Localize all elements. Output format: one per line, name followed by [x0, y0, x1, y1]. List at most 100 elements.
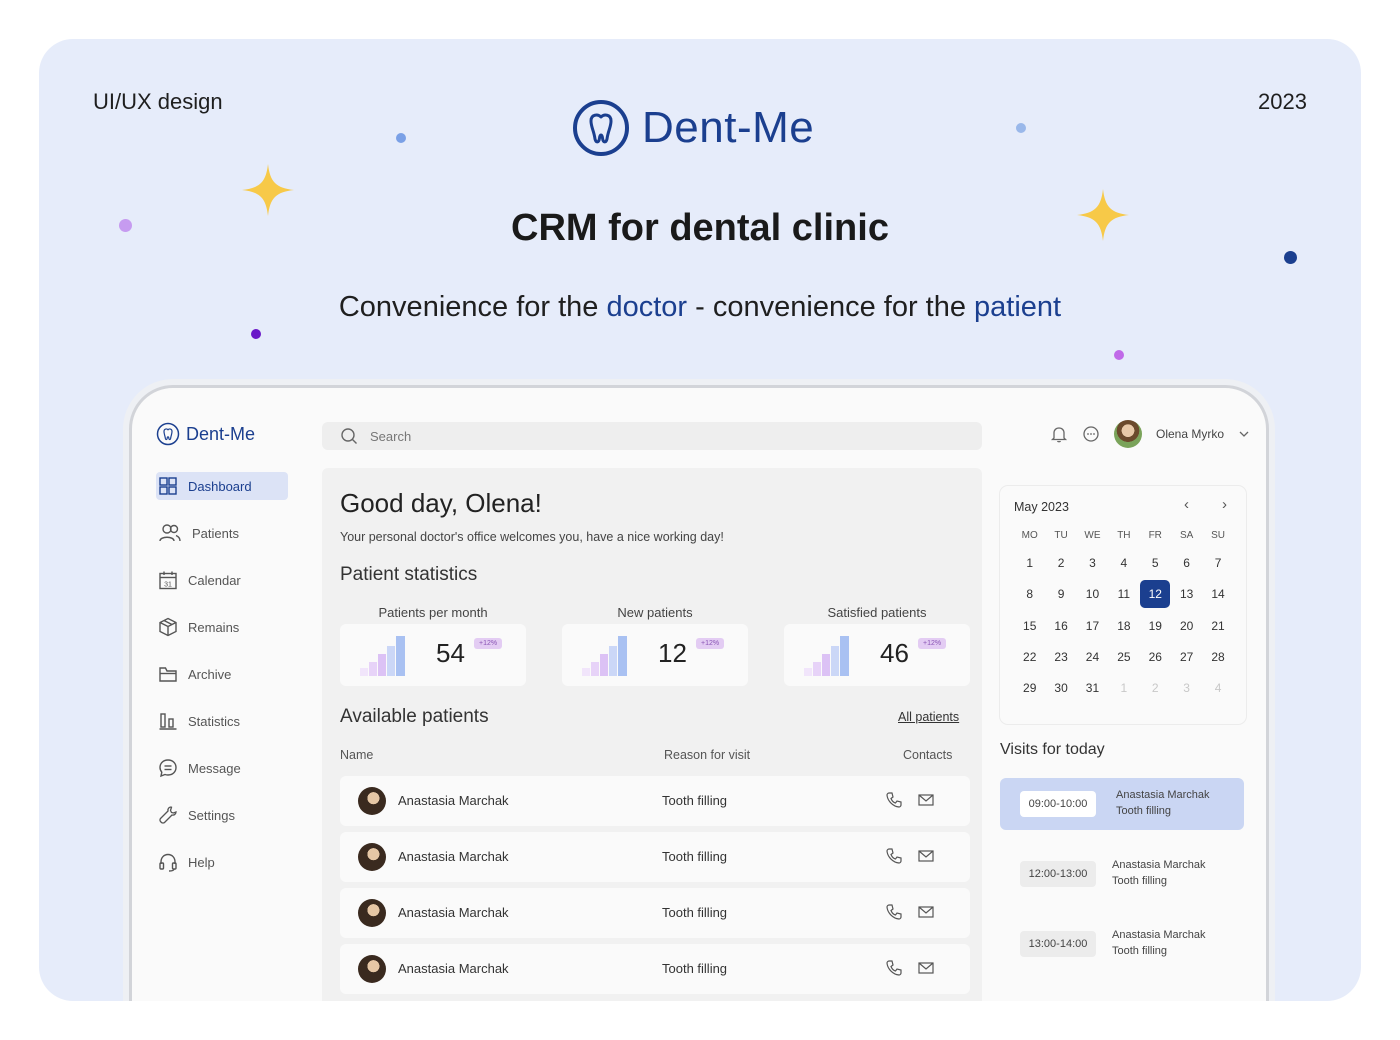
calendar-day[interactable]: 27	[1171, 642, 1202, 673]
phone-icon[interactable]	[885, 847, 903, 865]
weekday-label: WE	[1084, 530, 1101, 541]
calendar-day[interactable]: 29	[1014, 673, 1045, 704]
mini-bar-chart-icon	[582, 636, 627, 676]
sidebar-item-archive[interactable]: Archive	[156, 660, 296, 688]
calendar-day[interactable]: 1	[1014, 548, 1045, 579]
sidebar-item-patients[interactable]: Patients	[156, 519, 296, 547]
patient-avatar	[358, 955, 386, 983]
sparkle-icon	[242, 164, 294, 216]
calendar-day[interactable]: 5	[1140, 548, 1171, 579]
calendar-day[interactable]: 15	[1014, 611, 1045, 642]
search-input[interactable]	[370, 428, 930, 444]
mini-bar-chart-icon	[804, 636, 849, 676]
visit-card[interactable]: 12:00-13:00 Anastasia Marchak Tooth fill…	[1000, 848, 1240, 900]
all-patients-link[interactable]: All patients	[898, 710, 959, 724]
calendar-day-next-month[interactable]: 2	[1140, 673, 1171, 704]
calendar-day[interactable]: 26	[1140, 642, 1171, 673]
chevron-down-icon[interactable]	[1238, 428, 1250, 440]
calendar-day[interactable]: 8	[1014, 579, 1045, 610]
user-name[interactable]: Olena Myrko	[1156, 427, 1224, 441]
message-icon	[159, 759, 177, 778]
sidebar-item-message[interactable]: Message	[156, 754, 296, 782]
calendar-day[interactable]: 14	[1202, 579, 1233, 610]
calendar-day[interactable]: 13	[1171, 579, 1202, 610]
brand-header: Dent-Me	[572, 99, 814, 157]
main-panel: Good day, Olena! Your personal doctor's …	[322, 468, 982, 1001]
calendar-day-next-month[interactable]: 4	[1202, 673, 1233, 704]
calendar-day[interactable]: 31	[1077, 673, 1108, 704]
grid-icon	[159, 477, 177, 495]
calendar-day[interactable]: 4	[1108, 548, 1139, 579]
calendar-month: May 2023	[1014, 500, 1069, 514]
sidebar-item-dashboard[interactable]: Dashboard	[156, 472, 288, 500]
bar-chart-icon	[159, 713, 177, 730]
table-row[interactable]: Anastasia Marchak Tooth filling	[340, 832, 970, 882]
search-bar[interactable]	[322, 422, 982, 450]
calendar-day[interactable]: 6	[1171, 548, 1202, 579]
mail-icon[interactable]	[917, 959, 935, 977]
stat-value: 54	[436, 638, 465, 668]
table-row[interactable]: Anastasia Marchak Tooth filling	[340, 776, 970, 826]
wrench-icon	[159, 806, 177, 824]
phone-icon[interactable]	[885, 959, 903, 977]
chevron-left-icon[interactable]: ‹	[1184, 496, 1189, 513]
growth-badge: +12%	[696, 638, 725, 649]
stat-card[interactable]: 46 +12%	[784, 624, 970, 686]
visit-card[interactable]: 09:00-10:00 Anastasia Marchak Tooth fill…	[1000, 778, 1244, 830]
chat-icon[interactable]	[1082, 425, 1100, 443]
chevron-right-icon[interactable]: ›	[1222, 496, 1227, 513]
bell-icon[interactable]	[1050, 425, 1068, 443]
calendar-day[interactable]: 19	[1140, 611, 1171, 642]
corner-label-right: 2023	[1258, 89, 1307, 114]
calendar-day[interactable]: 28	[1202, 642, 1233, 673]
stat-card[interactable]: 54 +12%	[340, 624, 526, 686]
sidebar-item-statistics[interactable]: Statistics	[156, 707, 296, 735]
decor-dot	[119, 219, 132, 232]
calendar-day[interactable]: 21	[1202, 611, 1233, 642]
visit-card[interactable]: 13:00-14:00 Anastasia Marchak Tooth fill…	[1000, 918, 1240, 970]
column-header-contacts: Contacts	[903, 748, 953, 762]
app-logo[interactable]: Dent-Me	[156, 422, 255, 446]
calendar-day[interactable]: 9	[1045, 579, 1076, 610]
calendar-day[interactable]: 3	[1077, 548, 1108, 579]
tooth-logo-icon	[573, 100, 629, 156]
calendar-day[interactable]: 16	[1045, 611, 1076, 642]
table-row[interactable]: Anastasia Marchak Tooth filling	[340, 888, 970, 938]
calendar-day-selected[interactable]: 12	[1140, 579, 1171, 610]
calendar-day[interactable]: 20	[1171, 611, 1202, 642]
patient-name: Anastasia Marchak	[398, 961, 509, 976]
calendar-day[interactable]: 11	[1108, 579, 1139, 610]
calendar-day[interactable]: 17	[1077, 611, 1108, 642]
calendar-day[interactable]: 24	[1077, 642, 1108, 673]
weekday-label: SA	[1179, 530, 1194, 541]
calendar-day[interactable]: 2	[1045, 548, 1076, 579]
user-avatar[interactable]	[1114, 420, 1142, 448]
table-row[interactable]: Anastasia Marchak Tooth filling	[340, 944, 970, 994]
calendar-day[interactable]: 23	[1045, 642, 1076, 673]
calendar-day[interactable]: 18	[1108, 611, 1139, 642]
sidebar-item-label: Calendar	[188, 572, 241, 588]
visit-reason: Tooth filling	[1112, 875, 1168, 887]
calendar-day[interactable]: 30	[1045, 673, 1076, 704]
calendar-day-next-month[interactable]: 1	[1108, 673, 1139, 704]
phone-icon[interactable]	[885, 791, 903, 809]
calendar-day[interactable]: 7	[1202, 548, 1233, 579]
calendar-day[interactable]: 25	[1108, 642, 1139, 673]
stat-card[interactable]: 12 +12%	[562, 624, 748, 686]
mail-icon[interactable]	[917, 903, 935, 921]
calendar-icon: 31	[159, 571, 177, 590]
sidebar-item-help[interactable]: Help	[156, 848, 296, 876]
poster: UI/UX design 2023 Dent-Me CRM for dental…	[39, 39, 1361, 1001]
box-icon	[159, 617, 177, 637]
sidebar-item-settings[interactable]: Settings	[156, 801, 296, 829]
mail-icon[interactable]	[917, 847, 935, 865]
app-window: Dent-Me Olena Myrko Dashboard Patients	[129, 385, 1269, 1001]
sidebar-item-calendar[interactable]: 31 Calendar	[156, 566, 296, 594]
calendar-day-next-month[interactable]: 3	[1171, 673, 1202, 704]
sidebar-item-remains[interactable]: Remains	[156, 613, 296, 641]
calendar-day[interactable]: 10	[1077, 579, 1108, 610]
calendar-day-number: 25	[1117, 649, 1131, 664]
calendar-day[interactable]: 22	[1014, 642, 1045, 673]
phone-icon[interactable]	[885, 903, 903, 921]
mail-icon[interactable]	[917, 791, 935, 809]
